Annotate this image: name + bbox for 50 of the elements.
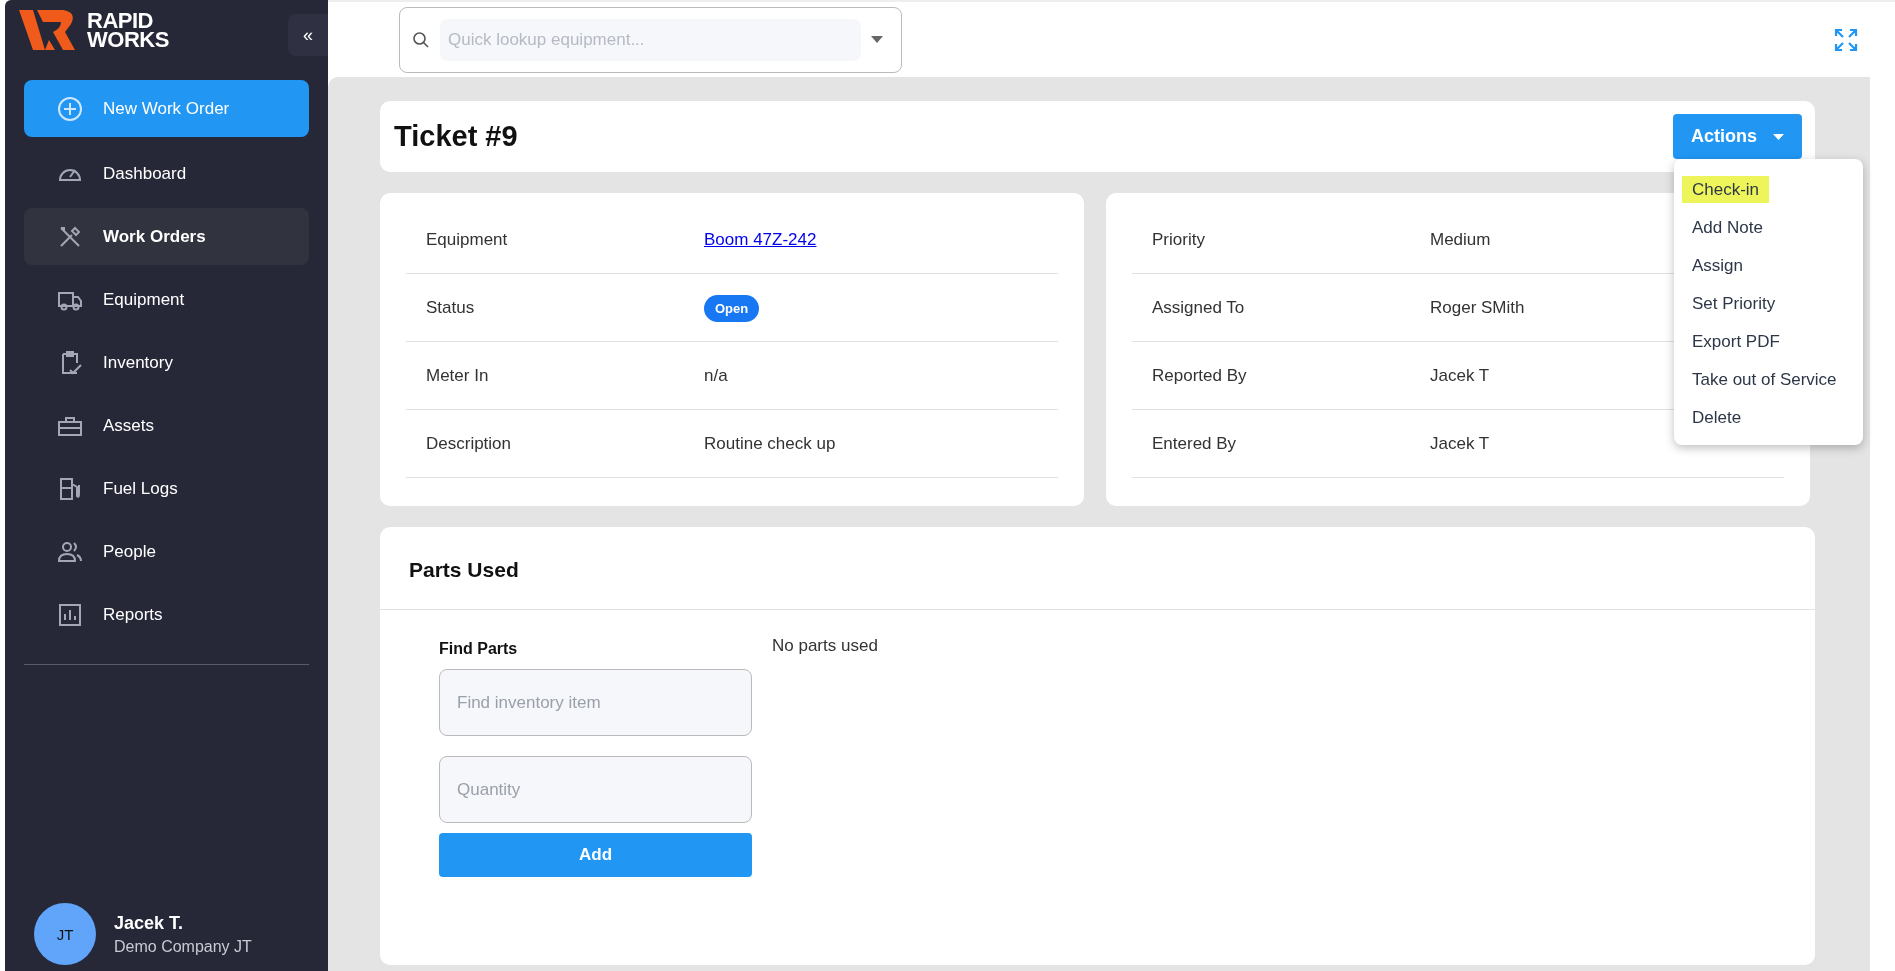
menu-item[interactable]: Delete — [1674, 399, 1863, 437]
status-badge: Open — [704, 294, 760, 322]
caret-icon — [871, 36, 883, 43]
field-label: Status — [426, 297, 476, 318]
field-label: Description — [426, 433, 513, 454]
field-label: Equipment — [426, 229, 509, 250]
field-value: Routine check up — [704, 433, 836, 453]
field-label: Reported By — [1152, 365, 1248, 386]
sidebar-item[interactable]: Equipment — [24, 271, 309, 328]
search-icon — [412, 30, 430, 49]
menu-item[interactable]: Assign — [1674, 247, 1863, 285]
collapse-sidebar-button[interactable]: « — [288, 14, 328, 56]
logo-text: RAPID WORKS — [87, 11, 169, 49]
fullscreen-icon[interactable] — [1834, 27, 1858, 52]
field-label: Find Parts — [439, 640, 519, 658]
menu-item[interactable]: Export PDF — [1674, 323, 1863, 361]
field-label: Meter In — [426, 365, 490, 386]
section-title: Parts Used — [380, 527, 1815, 610]
field-value: Roger SMith — [1430, 297, 1525, 317]
ticket-title: Ticket #9 — [394, 120, 518, 153]
field-value: Medium — [1430, 229, 1491, 249]
caret-icon — [1773, 133, 1784, 140]
field-label: Assigned To — [1152, 297, 1246, 318]
sidebar-item[interactable]: Assets — [24, 397, 309, 454]
equipment-link[interactable]: Boom 47Z-242 — [704, 229, 817, 249]
sidebar-item[interactable]: Inventory — [24, 334, 309, 391]
plus-circle-icon — [57, 95, 83, 122]
inventory-search-field[interactable]: Find inventory item — [439, 669, 752, 736]
sidebar-item[interactable]: Work Orders — [24, 208, 309, 265]
field-label: Entered By — [1152, 433, 1238, 454]
bar-chart-icon — [57, 601, 83, 628]
field-value: Jacek T — [1430, 365, 1490, 385]
empty-message: No parts used — [772, 636, 878, 657]
fuel-pump-icon — [57, 475, 83, 502]
menu-item[interactable]: Check-in — [1674, 171, 1863, 209]
field-value: Jacek T — [1430, 433, 1490, 453]
equipment-search-field[interactable]: Quick lookup equipment... — [399, 6, 902, 73]
field-value: n/a — [704, 365, 728, 385]
sidebar-item[interactable]: People — [24, 523, 309, 580]
menu-item[interactable]: Take out of Service — [1674, 361, 1863, 399]
user-name: Jacek T. — [114, 912, 185, 934]
company-name: Demo Company JT — [114, 937, 252, 956]
sidebar-item[interactable]: Fuel Logs — [24, 460, 309, 517]
field-label: Priority — [1152, 229, 1206, 250]
sidebar-item[interactable]: Dashboard — [24, 145, 309, 202]
sidebar-item[interactable]: Reports — [24, 586, 309, 643]
menu-item[interactable]: Add Note — [1674, 209, 1863, 247]
user-avatar: JT — [34, 903, 96, 965]
quantity-field[interactable]: Quantity — [439, 756, 752, 823]
menu-item[interactable]: Set Priority — [1674, 285, 1863, 323]
